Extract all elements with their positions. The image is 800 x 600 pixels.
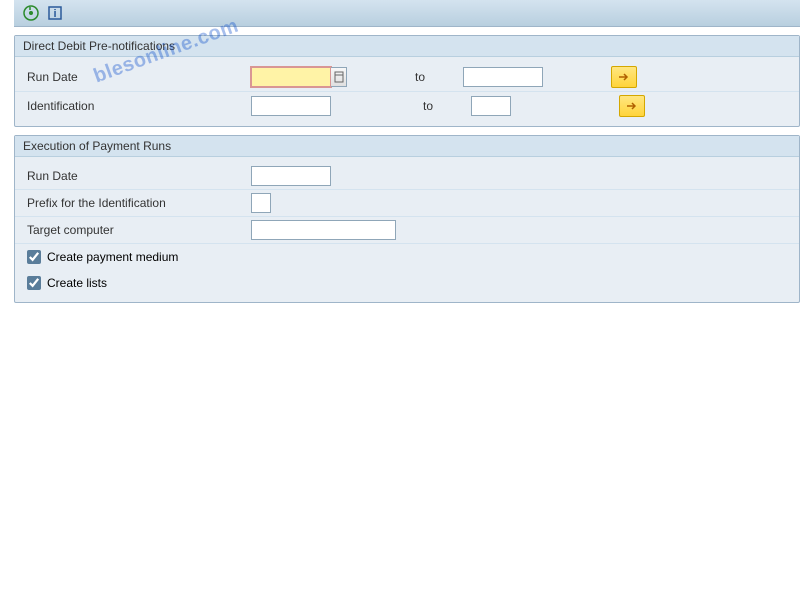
panel-payment-runs: Execution of Payment Runs Run Date Prefi… [14,135,800,303]
checkbox-create-lists[interactable] [27,276,41,290]
label-to-1: to [415,70,455,84]
input-run-date-to[interactable] [463,67,543,87]
input-run-date-2[interactable] [251,166,331,186]
multi-select-run-date[interactable] [611,66,637,88]
label-run-date-1: Run Date [23,70,243,84]
row-target-computer: Target computer [15,217,799,244]
label-create-lists: Create lists [47,276,107,290]
input-target-computer[interactable] [251,220,396,240]
row-run-date-1: Run Date to [15,63,799,92]
panel-payment-runs-header: Execution of Payment Runs [15,136,799,157]
row-prefix: Prefix for the Identification [15,190,799,217]
input-identification-from[interactable] [251,96,331,116]
label-target-computer: Target computer [23,223,243,237]
row-create-payment-medium: Create payment medium [15,244,799,270]
f4-help-run-date[interactable] [331,67,347,87]
label-to-2: to [423,99,463,113]
panel-direct-debit-header: Direct Debit Pre-notifications [15,36,799,57]
label-create-payment-medium: Create payment medium [47,250,178,264]
row-create-lists: Create lists [15,270,799,296]
row-run-date-2: Run Date [15,163,799,190]
svg-text:i: i [53,8,56,20]
panel-direct-debit: Direct Debit Pre-notifications Run Date … [14,35,800,127]
checkbox-create-payment-medium[interactable] [27,250,41,264]
execute-icon[interactable] [22,4,40,22]
multi-select-identification[interactable] [619,95,645,117]
input-prefix[interactable] [251,193,271,213]
label-run-date-2: Run Date [23,169,243,183]
row-identification-1: Identification to [15,92,799,120]
input-identification-to[interactable] [471,96,511,116]
label-prefix: Prefix for the Identification [23,196,243,210]
main-content: Direct Debit Pre-notifications Run Date … [0,27,800,303]
label-identification: Identification [23,99,243,113]
application-toolbar: i [14,0,800,27]
input-run-date-from[interactable] [251,67,331,87]
info-icon[interactable]: i [46,4,64,22]
